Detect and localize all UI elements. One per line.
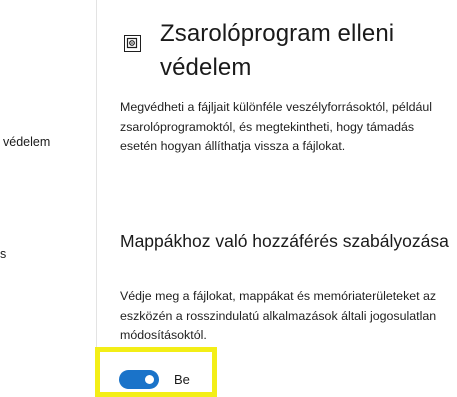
page-title: Zsarolóprogram elleni védelem	[160, 20, 395, 81]
intro-text: Megvédheti a fájljait különféle veszélyf…	[120, 100, 433, 153]
toggle-knob	[145, 375, 154, 384]
toggle-label: Be	[174, 372, 190, 387]
controlled-folder-access-toggle[interactable]: Be	[119, 370, 190, 389]
nav-divider	[96, 0, 97, 396]
section-title: Mappákhoz való hozzáférés szabályozása	[120, 231, 449, 251]
sidebar-item-protection[interactable]: védelem	[3, 135, 50, 149]
toggle-switch[interactable]	[119, 370, 159, 389]
section-description: Védje meg a fájlokat, mappákat és memóri…	[120, 289, 437, 342]
ransomware-shield-icon	[124, 35, 141, 52]
sidebar-item-partial[interactable]: s	[0, 247, 6, 261]
